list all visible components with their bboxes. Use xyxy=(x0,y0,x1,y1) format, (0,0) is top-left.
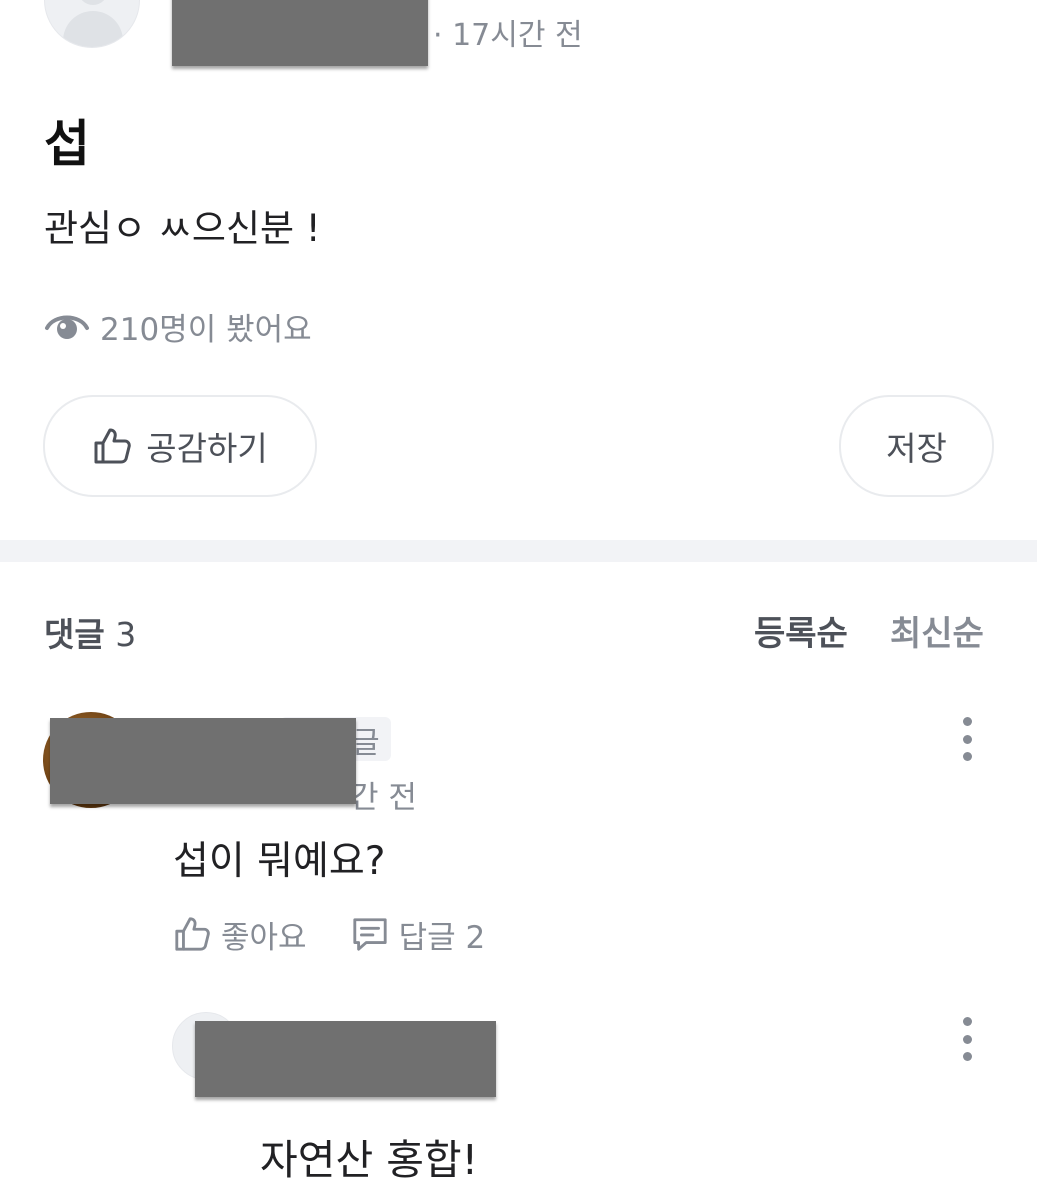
section-divider xyxy=(0,540,1037,562)
thumbs-up-icon xyxy=(94,428,132,464)
reply-text: 자연산 홍합! xyxy=(260,1136,479,1184)
reply-bubble-icon xyxy=(352,918,387,951)
save-button[interactable]: 저장 xyxy=(839,395,994,497)
avatar-head-shape xyxy=(78,0,108,5)
comments-heading-label: 댓글 xyxy=(44,615,105,654)
comment-like-button[interactable]: 좋아요 xyxy=(173,912,307,957)
comment-time: 간 전 xyxy=(350,780,417,816)
comment-reply-button[interactable]: 답글 2 xyxy=(351,912,486,957)
redacted-author-name xyxy=(172,0,428,66)
author-tag-text: 글 xyxy=(352,726,380,761)
more-vertical-icon-dot xyxy=(962,1017,972,1026)
eye-icon xyxy=(45,315,89,339)
more-vertical-icon-dot xyxy=(962,717,972,726)
thumbs-up-icon xyxy=(175,917,210,951)
comment-text: 섭이 뭐예요? xyxy=(173,839,386,884)
avatar-body-shape xyxy=(63,11,123,47)
comments-count: 3 xyxy=(115,615,137,654)
sort-registered-button[interactable]: 등록순 xyxy=(754,606,848,655)
view-count-text: 210명이 봤어요 xyxy=(100,311,312,348)
post-title: 섭 xyxy=(44,115,90,173)
empathize-button[interactable]: 공감하기 xyxy=(43,395,317,497)
empathize-label: 공감하기 xyxy=(146,429,268,468)
comments-heading: 댓글 3 xyxy=(44,608,136,656)
reply-more-button[interactable] xyxy=(960,1017,974,1061)
save-label: 저장 xyxy=(886,429,947,468)
more-vertical-icon-dot xyxy=(962,1052,972,1061)
comment-like-label: 좋아요 xyxy=(221,919,307,956)
more-vertical-icon-dot xyxy=(962,752,972,761)
post-author-avatar[interactable] xyxy=(44,0,140,48)
comment-more-button[interactable] xyxy=(960,717,974,761)
redacted-reply-author xyxy=(195,1021,496,1097)
comment-actions: 좋아요 답글 2 xyxy=(173,912,485,956)
view-count: 210명이 봤어요 xyxy=(44,304,312,348)
post-time: · 17시간 전 xyxy=(433,18,583,53)
post-body: 관심ㅇ ㅆ으신분 ! xyxy=(44,207,321,250)
redacted-commenter-name xyxy=(50,718,356,804)
comment-reply-label: 답글 2 xyxy=(398,919,486,956)
more-vertical-icon-dot xyxy=(962,734,972,744)
more-vertical-icon-dot xyxy=(962,1034,972,1044)
sort-latest-button[interactable]: 최신순 xyxy=(890,606,984,655)
